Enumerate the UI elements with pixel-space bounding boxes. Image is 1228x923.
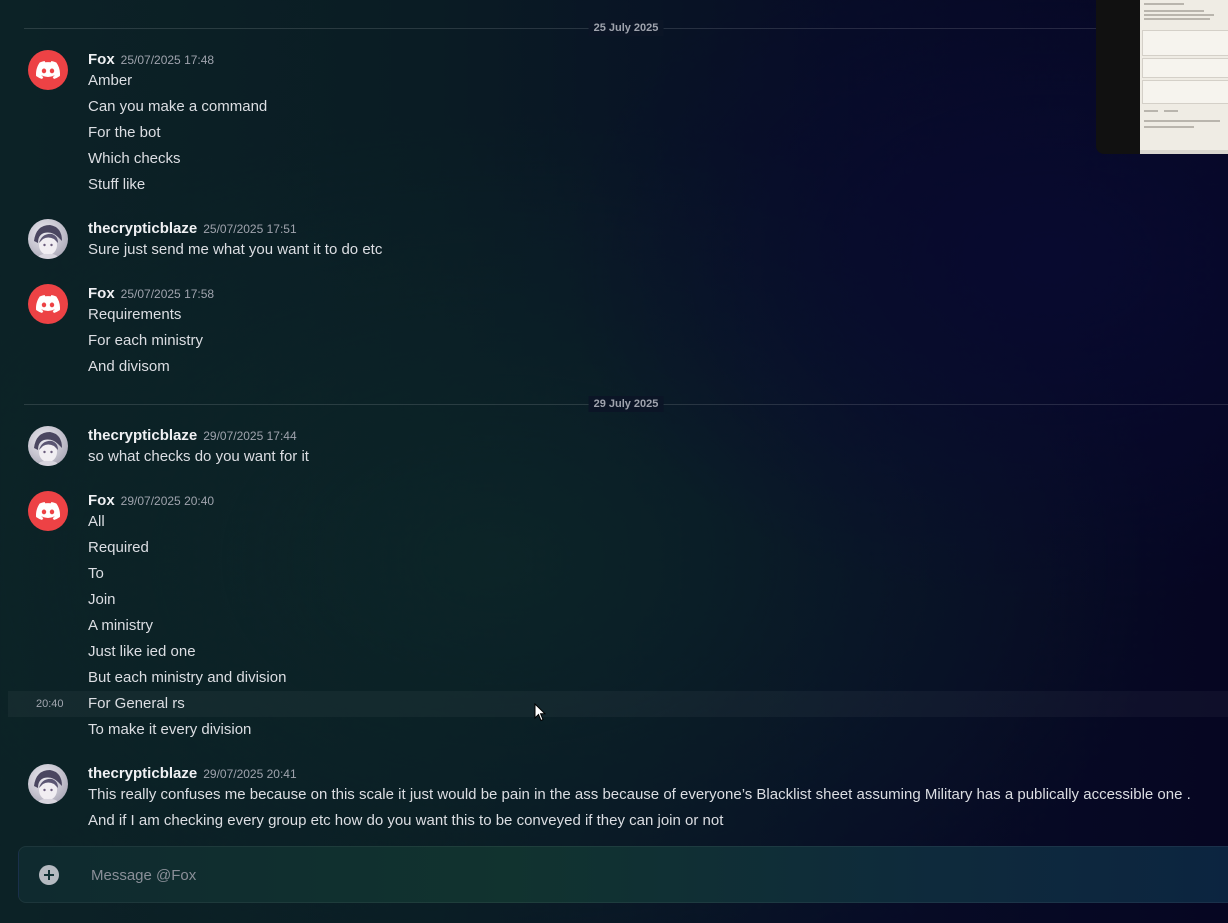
message-timestamp[interactable]: 29/07/2025 20:41 (203, 767, 296, 781)
message-line: Requirements (88, 306, 182, 323)
avatar[interactable] (28, 764, 68, 804)
message-line: For each ministry (88, 332, 204, 349)
message-line: And divisom (88, 358, 170, 375)
avatar[interactable] (28, 284, 68, 324)
avatar[interactable] (28, 50, 68, 90)
message-body: so what checks do you want for it (88, 447, 1208, 473)
author-name[interactable]: Fox (88, 285, 115, 302)
message-line: To make it every division (88, 721, 252, 738)
message-line: But each ministry and division (88, 669, 287, 686)
message-line: For the bot (88, 124, 161, 141)
message-timestamp[interactable]: 25/07/2025 17:48 (121, 53, 214, 67)
user-avatar-anime-icon (34, 432, 62, 466)
add-attachment-icon[interactable] (39, 865, 59, 885)
message-line: A ministry (88, 617, 154, 634)
message-timestamp[interactable]: 29/07/2025 20:40 (121, 494, 214, 508)
user-avatar-anime-icon (34, 770, 62, 804)
message-header: Fox 25/07/2025 17:58 (88, 284, 214, 304)
message-line: This really confuses me because on this … (88, 786, 1191, 803)
message-line: so what checks do you want for it (88, 448, 309, 465)
message-body: All Required To Join A ministry Just lik… (88, 512, 1208, 746)
message-body: This really confuses me because on this … (88, 785, 1208, 837)
shared-screen-taskbar (1140, 150, 1228, 154)
date-divider-label: 29 July 2025 (588, 396, 664, 412)
message-line: For General rs (88, 695, 185, 712)
message-line: Just like ied one (88, 643, 196, 660)
message-line: Amber (88, 72, 133, 89)
message-composer (18, 846, 1228, 903)
mouse-cursor-icon (534, 703, 546, 722)
avatar[interactable] (28, 426, 68, 466)
message-line: All (88, 513, 105, 530)
message-line: Can you make a command (88, 98, 268, 115)
message-header: thecrypticblaze 29/07/2025 17:44 (88, 426, 297, 446)
author-name[interactable]: Fox (88, 51, 115, 68)
screen-share-preview[interactable] (1096, 0, 1228, 154)
message-line: Stuff like (88, 176, 146, 193)
message-body: Amber Can you make a command For the bot… (88, 71, 1208, 201)
author-name[interactable]: thecrypticblaze (88, 220, 197, 237)
date-divider: 29 July 2025 (24, 396, 1228, 412)
shared-screen-content (1140, 0, 1228, 150)
hover-timestamp: 20:40 (36, 698, 64, 710)
message-line: Sure just send me what you want it to do… (88, 241, 383, 258)
message-line: Which checks (88, 150, 181, 167)
message-header: Fox 29/07/2025 20:40 (88, 491, 214, 511)
message-line: To (88, 565, 104, 582)
author-name[interactable]: Fox (88, 492, 115, 509)
message-body: Requirements For each ministry And divis… (88, 305, 1208, 383)
message-line: And if I am checking every group etc how… (88, 812, 724, 829)
avatar[interactable] (28, 219, 68, 259)
message-timestamp[interactable]: 25/07/2025 17:51 (203, 222, 296, 236)
avatar[interactable] (28, 491, 68, 531)
message-header: thecrypticblaze 29/07/2025 20:41 (88, 764, 297, 784)
message-header: Fox 25/07/2025 17:48 (88, 50, 214, 70)
discord-logo-icon (36, 61, 60, 79)
message-timestamp[interactable]: 25/07/2025 17:58 (121, 287, 214, 301)
discord-logo-icon (36, 502, 60, 520)
chat-messages: 25 July 2025 Fox 25/07/2025 17:48 Amber C… (0, 0, 1228, 840)
date-divider: 25 July 2025 (24, 20, 1228, 36)
message-body: Sure just send me what you want it to do… (88, 240, 1208, 266)
author-name[interactable]: thecrypticblaze (88, 427, 197, 444)
user-avatar-anime-icon (34, 225, 62, 259)
message-line: Join (88, 591, 116, 608)
message-line: Required (88, 539, 149, 556)
discord-logo-icon (36, 295, 60, 313)
author-name[interactable]: thecrypticblaze (88, 765, 197, 782)
message-timestamp[interactable]: 29/07/2025 17:44 (203, 429, 296, 443)
message-header: thecrypticblaze 25/07/2025 17:51 (88, 219, 297, 239)
date-divider-label: 25 July 2025 (588, 20, 664, 36)
message-input[interactable] (89, 861, 1193, 889)
